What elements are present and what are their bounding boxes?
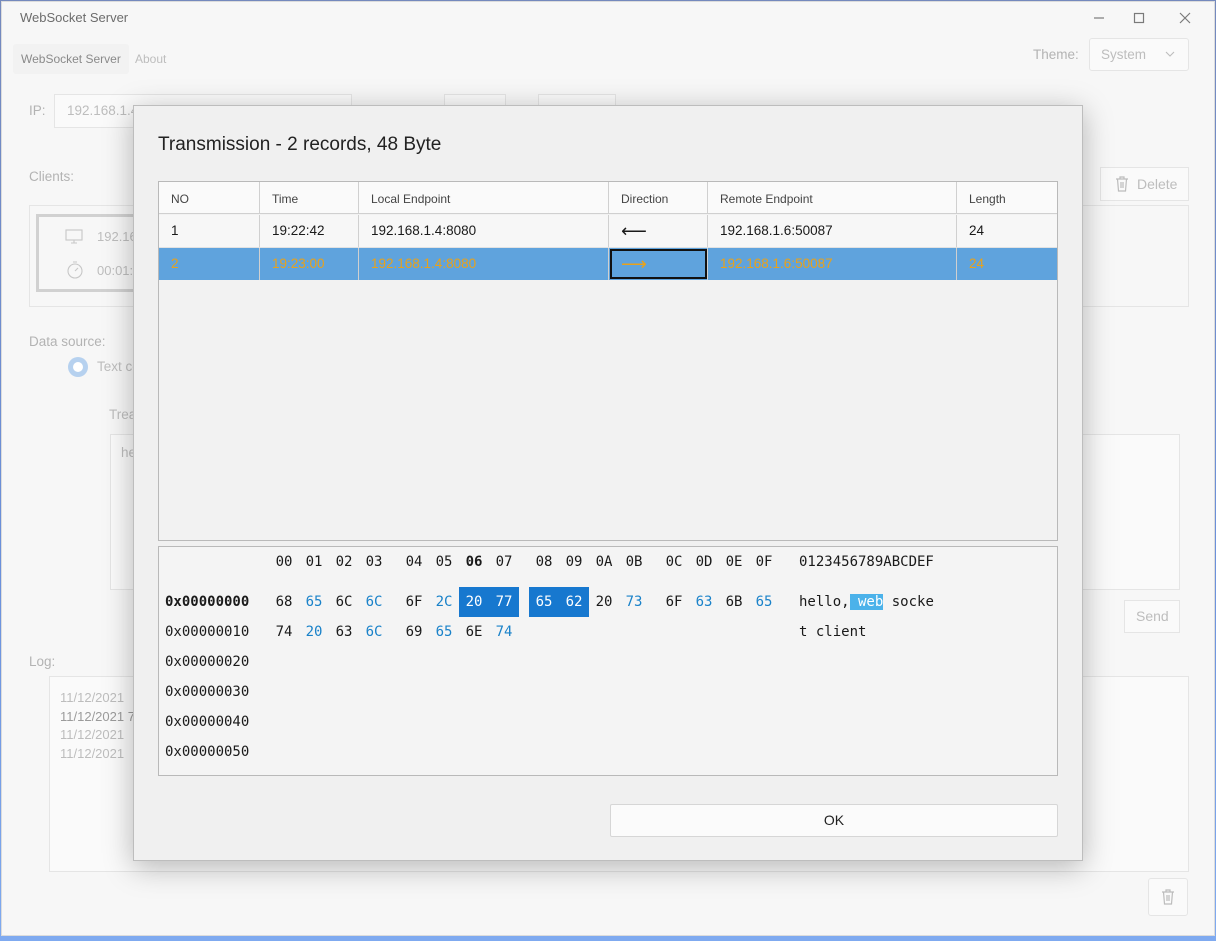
column-header-time[interactable]: Time [260,182,359,214]
hex-byte[interactable]: 63 [329,617,359,647]
hex-byte-selected[interactable]: 77 [489,587,519,617]
hex-offset: 0x00000040 [165,714,250,730]
cell-length: 24 [969,223,985,238]
transmission-dialog: Transmission - 2 records, 48 Byte NO Tim… [133,105,1083,861]
ascii-row: hello, web socke [799,587,934,617]
hex-byte[interactable]: 20 [299,617,329,647]
hex-col-header: 04 [405,554,423,570]
hex-byte-selected[interactable]: 65 [529,587,559,617]
hex-offset: 0x00000000 [165,594,250,610]
hex-byte[interactable]: 6E [459,617,489,647]
hex-byte[interactable]: 6C [359,587,389,617]
cell-no: 2 [159,248,260,280]
hex-col-header: 03 [365,554,383,570]
hex-col-header: 08 [535,554,553,570]
hex-byte[interactable]: 65 [299,587,329,617]
hex-offset: 0x00000050 [165,744,250,760]
hex-offset: 0x00000010 [165,624,250,640]
cell-length: 24 [969,256,985,271]
hex-col-header: 0D [695,554,713,570]
hex-byte[interactable]: 73 [619,587,649,617]
ascii-text: socke [883,594,934,610]
cell-direction[interactable]: ⟶ [609,248,708,280]
hex-byte-selected[interactable]: 62 [559,587,589,617]
hex-byte[interactable]: 20 [589,587,619,617]
column-header-direction[interactable]: Direction [609,182,708,214]
hex-byte[interactable]: 69 [399,617,429,647]
ascii-header: 0123456789ABCDEF [799,554,934,570]
hex-byte[interactable]: 74 [489,617,519,647]
hex-col-header: 0F [755,554,773,570]
cell-remote-endpoint: 192.168.1.6:50087 [708,215,957,247]
cell-direction: ⟵ [609,215,708,247]
hex-col-header: 0B [625,554,643,570]
hex-byte[interactable]: 68 [269,587,299,617]
column-header-length[interactable]: Length [957,182,1057,214]
hex-col-header: 06 [465,554,483,570]
hex-col-header: 0A [595,554,613,570]
hex-byte[interactable]: 6C [359,617,389,647]
column-header-no[interactable]: NO [159,182,260,214]
ascii-row: t client [799,624,867,640]
hex-byte[interactable]: 65 [429,617,459,647]
hex-byte[interactable]: 6F [659,587,689,617]
hex-byte-selected[interactable]: 20 [459,587,489,617]
cell-no: 1 [159,215,260,247]
hex-col-header: 07 [495,554,513,570]
hex-col-header: 01 [305,554,323,570]
hex-byte[interactable]: 6B [719,587,749,617]
hex-viewer[interactable]: 00 01 02 03 04 05 06 07 08 09 0A 0B 0C 0… [158,546,1058,776]
hex-col-header: 05 [435,554,453,570]
hex-offset: 0x00000020 [165,654,250,670]
hex-col-header: 0C [665,554,683,570]
hex-byte[interactable]: 65 [749,587,779,617]
hex-col-header: 00 [275,554,293,570]
ok-button[interactable]: OK [610,804,1058,837]
hex-col-header: 0E [725,554,743,570]
hex-col-header: 09 [565,554,583,570]
table-row-selected[interactable]: 2 19:23:00 192.168.1.4:8080 ⟶ 192.168.1.… [159,248,1057,280]
ascii-text: hello, [799,594,850,610]
cell-time: 19:23:00 [260,248,359,280]
hex-byte[interactable]: 6F [399,587,429,617]
hex-byte[interactable]: 2C [429,587,459,617]
hex-byte[interactable]: 63 [689,587,719,617]
ascii-text-selected: web [849,594,884,610]
table-row[interactable]: 1 19:22:42 192.168.1.4:8080 ⟵ 192.168.1.… [159,215,1057,248]
hex-col-header: 02 [335,554,353,570]
dialog-title: Transmission - 2 records, 48 Byte [158,134,442,155]
transmission-table: NO Time Local Endpoint Direction Remote … [158,181,1058,541]
cell-local-endpoint: 192.168.1.4:8080 [359,215,609,247]
column-header-local-endpoint[interactable]: Local Endpoint [359,182,609,214]
cell-local-endpoint: 192.168.1.4:8080 [359,248,609,280]
hex-offset: 0x00000030 [165,684,250,700]
hex-byte[interactable]: 6C [329,587,359,617]
cell-remote-endpoint: 192.168.1.6:50087 [708,248,957,280]
column-header-remote-endpoint[interactable]: Remote Endpoint [708,182,957,214]
cell-time: 19:22:42 [260,215,359,247]
hex-byte[interactable]: 74 [269,617,299,647]
